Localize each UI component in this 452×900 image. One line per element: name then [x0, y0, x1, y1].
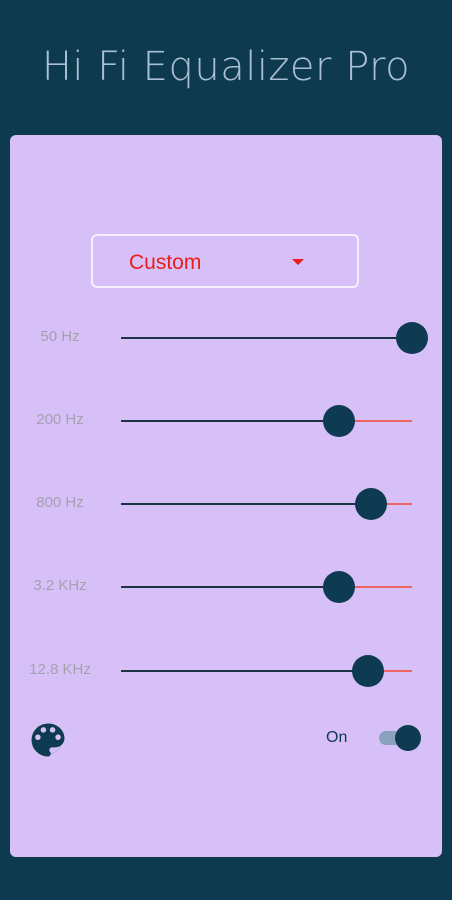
band-label: 12.8 KHz — [29, 661, 91, 678]
caret-down-icon — [292, 259, 304, 265]
preset-selected-value: Custom — [129, 251, 202, 274]
preset-dropdown[interactable]: Custom — [91, 234, 359, 288]
band-slider[interactable] — [121, 488, 412, 520]
toggle-label: On — [326, 729, 348, 746]
slider-thumb[interactable] — [396, 322, 428, 354]
band-slider[interactable] — [121, 655, 412, 687]
palette-icon[interactable] — [26, 718, 70, 762]
slider-track-filled — [121, 337, 412, 339]
slider-track-filled — [121, 586, 339, 588]
slider-thumb[interactable] — [323, 571, 355, 603]
band-slider[interactable] — [121, 571, 412, 603]
band-label: 3.2 KHz — [33, 577, 87, 594]
slider-track-filled — [121, 503, 371, 505]
enable-switch-thumb[interactable] — [395, 725, 421, 751]
slider-track-filled — [121, 670, 368, 672]
app-title: Hi Fi Equalizer Pro — [41, 44, 411, 90]
band-slider[interactable] — [121, 405, 412, 437]
band-label: 50 Hz — [40, 328, 80, 345]
equalizer-panel: Custom 50 Hz 200 Hz 800 Hz 3.2 KHz 12.8 KHz … — [10, 135, 442, 857]
band-label: 200 Hz — [36, 411, 84, 428]
slider-thumb[interactable] — [355, 488, 387, 520]
band-slider[interactable] — [121, 322, 428, 354]
band-label: 800 Hz — [36, 494, 84, 511]
slider-thumb[interactable] — [323, 405, 355, 437]
slider-track-filled — [121, 420, 339, 422]
slider-thumb[interactable] — [352, 655, 384, 687]
